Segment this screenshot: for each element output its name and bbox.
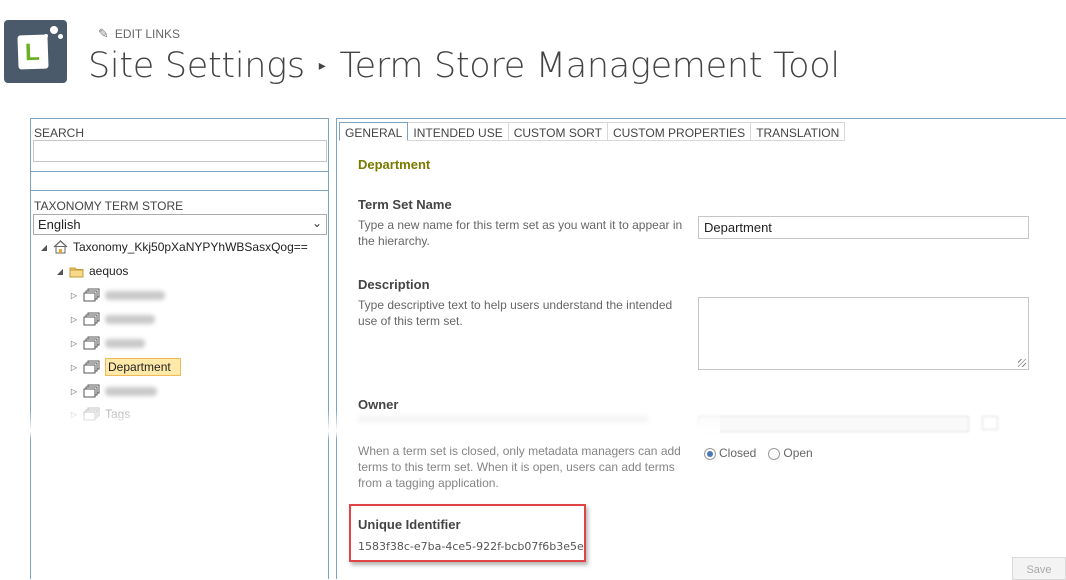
tab-custom-sort[interactable]: CUSTOM SORT [508, 122, 608, 141]
tree-node-group[interactable]: ◢ aequos [55, 264, 128, 278]
tab-general[interactable]: GENERAL [339, 122, 409, 141]
save-button[interactable]: Save [1012, 557, 1066, 580]
term-set-name-label: Term Set Name [358, 197, 452, 212]
address-book-icon[interactable] [982, 416, 998, 430]
blurred-label [105, 338, 145, 348]
term-store-label: TAXONOMY TERM STORE [34, 199, 184, 213]
divider [31, 171, 328, 172]
term-set-icon [83, 312, 100, 326]
closed-radio[interactable]: Closed [704, 446, 756, 460]
taxonomy-tree-panel: SEARCH TAXONOMY TERM STORE English ⌄ ◢ T… [30, 118, 329, 579]
closed-radio-label: Closed [719, 446, 757, 460]
tree-node-department[interactable]: ▷ Department [69, 358, 181, 376]
submission-policy-help: When a term set is closed, only metadata… [358, 444, 681, 490]
selected-tree-label: Department [105, 358, 181, 376]
open-radio[interactable]: Open [768, 446, 813, 460]
collapsed-arrow-icon[interactable]: ▷ [69, 339, 79, 348]
site-logo[interactable]: L [4, 20, 67, 83]
tree-node-label: aequos [89, 264, 129, 278]
collapsed-arrow-icon[interactable]: ▷ [69, 387, 79, 396]
blurred-label [105, 290, 165, 300]
unique-identifier-value: 1583f38c-e7ba-4ce5-922f-bcb07f6b3e5e [358, 540, 584, 553]
open-radio-label: Open [783, 446, 813, 460]
tab-custom-properties[interactable]: CUSTOM PROPERTIES [607, 122, 752, 141]
tree-node-term-set[interactable]: ▷ [69, 312, 155, 326]
expanded-arrow-icon[interactable]: ◢ [55, 267, 65, 276]
collapsed-arrow-icon[interactable]: ▷ [69, 291, 79, 300]
edit-links-button[interactable]: ✎ EDIT LINKS [98, 26, 180, 42]
term-set-icon [83, 288, 100, 302]
submission-policy-radios: Closed Open [704, 446, 813, 460]
unique-identifier-highlight [349, 504, 586, 562]
page-title: Site Settings ▸ Term Store Management To… [88, 46, 840, 86]
description-textarea[interactable] [698, 297, 1029, 370]
folder-icon [69, 267, 84, 277]
tab-translation[interactable]: TRANSLATION [751, 122, 846, 141]
tree-node-term-set[interactable]: ▷ [69, 384, 157, 398]
tree-node-label: Taxonomy_Kkj50pXaNYPYhWBSasxQog== [73, 240, 308, 254]
tab-intended-use[interactable]: INTENDED USE [408, 122, 509, 141]
description-label: Description [358, 277, 430, 292]
owner-input[interactable] [698, 416, 969, 432]
breadcrumb-site-settings[interactable]: Site Settings [88, 46, 305, 86]
term-set-icon [83, 336, 100, 350]
unique-identifier-label: Unique Identifier [358, 517, 461, 532]
chevron-down-icon: ⌄ [311, 216, 322, 230]
tree-node-root[interactable]: ◢ Taxonomy_Kkj50pXaNYPYhWBSasxQog== [39, 240, 308, 254]
term-set-icon [83, 407, 100, 421]
collapsed-arrow-icon[interactable]: ▷ [69, 410, 79, 419]
term-set-properties-panel: GENERAL INTENDED USE CUSTOM SORT CUSTOM … [336, 118, 1066, 580]
term-set-icon [83, 360, 100, 374]
resize-handle-icon[interactable] [1018, 359, 1026, 367]
logo-dot [50, 26, 58, 34]
tree-node-term-set[interactable]: ▷ [69, 336, 145, 350]
edit-links-label: EDIT LINKS [114, 27, 181, 41]
logo-dot [58, 34, 63, 39]
description-help: Type descriptive text to help users unde… [358, 298, 673, 328]
language-selected-value: English [38, 217, 81, 232]
blurred-label [105, 386, 157, 396]
blurred-label [105, 314, 155, 324]
expanded-arrow-icon[interactable]: ◢ [39, 243, 49, 252]
search-input[interactable] [33, 140, 327, 162]
pencil-icon: ✎ [98, 26, 109, 41]
obscured-owner-help [358, 416, 648, 424]
collapsed-arrow-icon[interactable]: ▷ [69, 363, 79, 372]
property-tabs: GENERAL INTENDED USE CUSTOM SORT CUSTOM … [339, 122, 846, 141]
term-store-home-icon [53, 240, 68, 254]
search-label: SEARCH [34, 126, 85, 140]
term-set-name-input[interactable]: Department [698, 216, 1029, 239]
radio-selected-icon [704, 447, 716, 460]
tree-node-term-set[interactable]: ▷ [69, 288, 165, 302]
owner-label: Owner [358, 397, 399, 412]
term-set-icon [83, 384, 100, 398]
tree-node-tags[interactable]: ▷ Tags [69, 407, 130, 421]
term-set-heading: Department [358, 157, 431, 172]
breadcrumb-current: Term Store Management Tool [339, 46, 841, 86]
language-select[interactable]: English ⌄ [33, 214, 327, 235]
logo-mark: L [17, 34, 49, 70]
collapsed-arrow-icon[interactable]: ▷ [69, 315, 79, 324]
term-set-name-help: Type a new name for this term set as you… [358, 218, 683, 248]
tree-node-label: Tags [105, 407, 131, 421]
radio-unselected-icon [768, 447, 781, 460]
breadcrumb-separator-icon: ▸ [318, 58, 326, 74]
divider [31, 190, 328, 191]
